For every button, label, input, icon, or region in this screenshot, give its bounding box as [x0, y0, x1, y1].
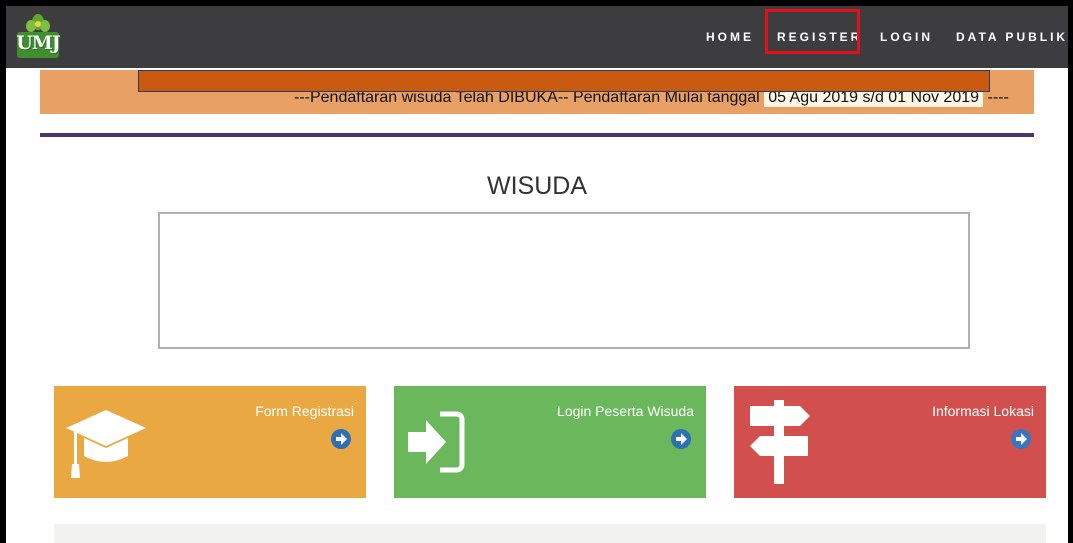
card-form-registrasi[interactable]: Form Registrasi — [54, 386, 366, 498]
page-title: WISUDA — [487, 172, 587, 200]
redaction-bar — [138, 70, 990, 92]
card-informasi-lokasi[interactable]: Informasi Lokasi — [734, 386, 1046, 498]
signpost-icon — [750, 400, 810, 484]
logo-text: UMJ — [16, 32, 61, 54]
section-divider — [40, 133, 1034, 137]
browser-frame: UMJ HOME REGISTER LOGIN DATA PUBLIK ---P… — [0, 0, 1073, 543]
announcement-suffix: ---- — [987, 89, 1009, 106]
sign-in-icon — [408, 411, 465, 473]
bottom-image-strip — [54, 524, 1046, 543]
arrow-circle-right-icon[interactable] — [1010, 428, 1032, 450]
nav-data-publik[interactable]: DATA PUBLIK — [956, 30, 1068, 44]
arrow-circle-right-icon[interactable] — [670, 428, 692, 450]
card-label-login-peserta: Login Peserta Wisuda — [557, 403, 694, 419]
umj-logo[interactable]: UMJ — [15, 12, 61, 62]
top-navbar: UMJ HOME REGISTER LOGIN DATA PUBLIK — [6, 6, 1068, 68]
card-login-peserta[interactable]: Login Peserta Wisuda — [394, 386, 706, 498]
graduation-cap-icon — [66, 410, 146, 478]
card-label-informasi-lokasi: Informasi Lokasi — [932, 403, 1034, 419]
nav-home[interactable]: HOME — [706, 30, 754, 44]
nav-login[interactable]: LOGIN — [880, 30, 933, 44]
register-highlight-box — [765, 9, 860, 54]
arrow-circle-right-icon[interactable] — [330, 428, 352, 450]
info-box — [158, 212, 970, 349]
card-label-form-registrasi: Form Registrasi — [255, 403, 354, 419]
